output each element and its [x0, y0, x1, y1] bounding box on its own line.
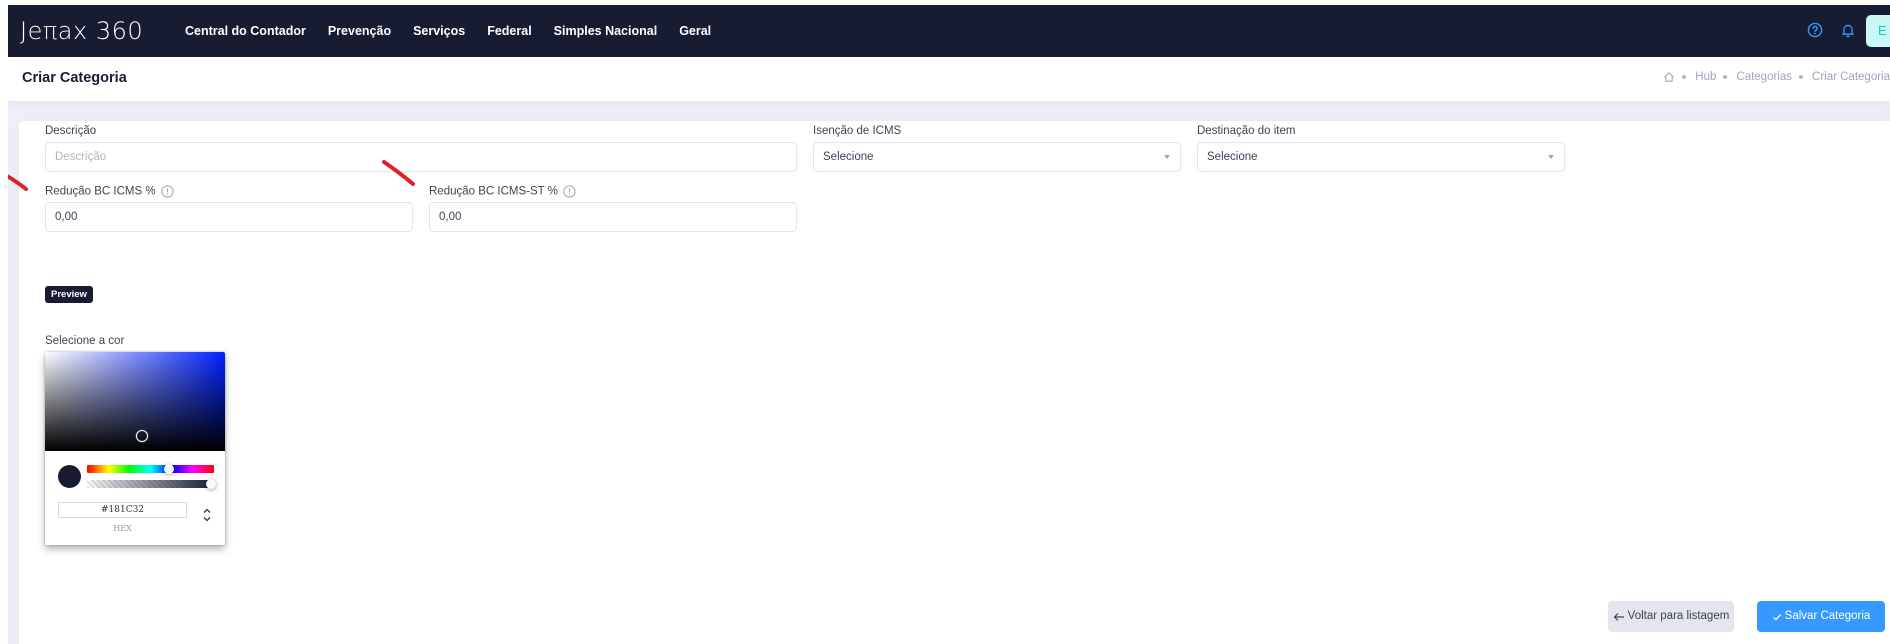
hue-slider[interactable]	[87, 465, 214, 473]
isencao-icms-label: Isenção de ICMS	[813, 125, 902, 137]
destinacao-item-select[interactable]: Selecione	[1197, 142, 1565, 172]
check-icon	[1772, 613, 1781, 621]
breadcrumb-item-criar-categoria: Criar Categoria	[1812, 71, 1890, 83]
hex-label: HEX	[113, 524, 132, 533]
cor-label: Selecione a cor	[45, 335, 125, 347]
saturation-area[interactable]	[45, 352, 225, 451]
isencao-icms-select[interactable]: Selecione	[813, 142, 1181, 172]
hex-input[interactable]: #181C32	[58, 502, 187, 518]
user-avatar[interactable]: E	[1866, 15, 1890, 47]
preview-badge: Preview	[45, 286, 93, 303]
info-icon[interactable]	[160, 185, 174, 198]
color-swatch	[58, 465, 81, 488]
back-to-list-label: Voltar para listagem	[1627, 610, 1730, 622]
breadcrumb-separator	[1682, 75, 1687, 79]
chevron-down-icon	[1164, 155, 1170, 159]
annotation-mark	[8, 174, 28, 191]
bell-icon[interactable]	[1840, 22, 1856, 38]
reducao-bc-icms-input[interactable]: 0,00	[45, 202, 413, 232]
reducao-bc-icms-label-text: Redução BC ICMS %	[45, 185, 156, 198]
breadcrumb-separator	[1799, 75, 1804, 79]
color-picker: #181C32 HEX	[45, 352, 225, 545]
annotation-mark	[382, 160, 415, 186]
arrow-left-icon	[1613, 612, 1624, 621]
breadcrumb-separator	[1723, 75, 1728, 79]
app-logo[interactable]: Jeπax 360	[20, 14, 143, 48]
descricao-input[interactable]: Descrição	[45, 142, 797, 172]
nav-item-federal[interactable]: Federal	[487, 24, 531, 38]
nav-item-servicos[interactable]: Serviços	[413, 24, 465, 38]
nav-item-central-do-contador[interactable]: Central do Contador	[185, 24, 306, 38]
breadcrumb: Hub Categorias Criar Categoria	[1663, 71, 1890, 83]
home-icon[interactable]	[1663, 71, 1675, 83]
nav-item-geral[interactable]: Geral	[679, 24, 711, 38]
info-icon[interactable]	[563, 185, 576, 198]
main-nav: Central do Contador Prevenção Serviços F…	[185, 5, 733, 57]
back-to-list-button[interactable]: Voltar para listagem	[1608, 601, 1734, 632]
nav-item-simples-nacional[interactable]: Simples Nacional	[554, 24, 658, 38]
destinacao-item-value: Selecione	[1207, 151, 1258, 163]
descricao-label: Descrição	[45, 125, 97, 137]
reducao-bc-icms-label: Redução BC ICMS %	[45, 185, 174, 198]
reducao-bc-icms-st-label: Redução BC ICMS-ST %	[429, 185, 576, 198]
reducao-bc-icms-st-label-text: Redução BC ICMS-ST %	[429, 185, 558, 198]
reducao-bc-icms-st-input[interactable]: 0,00	[429, 202, 797, 232]
subheader: Criar Categoria Hub Categorias Criar Cat…	[8, 57, 1890, 101]
breadcrumb-item-categorias[interactable]: Categorias	[1736, 71, 1792, 83]
alpha-slider-thumb[interactable]	[206, 479, 216, 489]
destinacao-item-label: Destinação do item	[1197, 125, 1296, 137]
top-navbar: Jeπax 360 Central do Contador Prevenção …	[8, 5, 1890, 57]
help-icon[interactable]	[1807, 22, 1823, 38]
page-title: Criar Categoria	[22, 70, 127, 86]
chevron-up-down-icon[interactable]	[201, 505, 213, 525]
saturation-cursor[interactable]	[136, 430, 148, 442]
isencao-icms-value: Selecione	[823, 151, 874, 163]
breadcrumb-item-hub[interactable]: Hub	[1695, 71, 1716, 83]
alpha-slider[interactable]	[87, 480, 214, 488]
chevron-down-icon	[1548, 155, 1554, 159]
app-window: Jeπax 360 Central do Contador Prevenção …	[8, 5, 1890, 644]
save-category-button[interactable]: Salvar Categoria	[1757, 601, 1885, 632]
save-category-label: Salvar Categoria	[1784, 610, 1871, 622]
form-card: Descrição Descrição Isenção de ICMS Sele…	[19, 121, 1890, 644]
nav-item-prevencao[interactable]: Prevenção	[328, 24, 391, 38]
hue-slider-thumb[interactable]	[164, 464, 174, 474]
